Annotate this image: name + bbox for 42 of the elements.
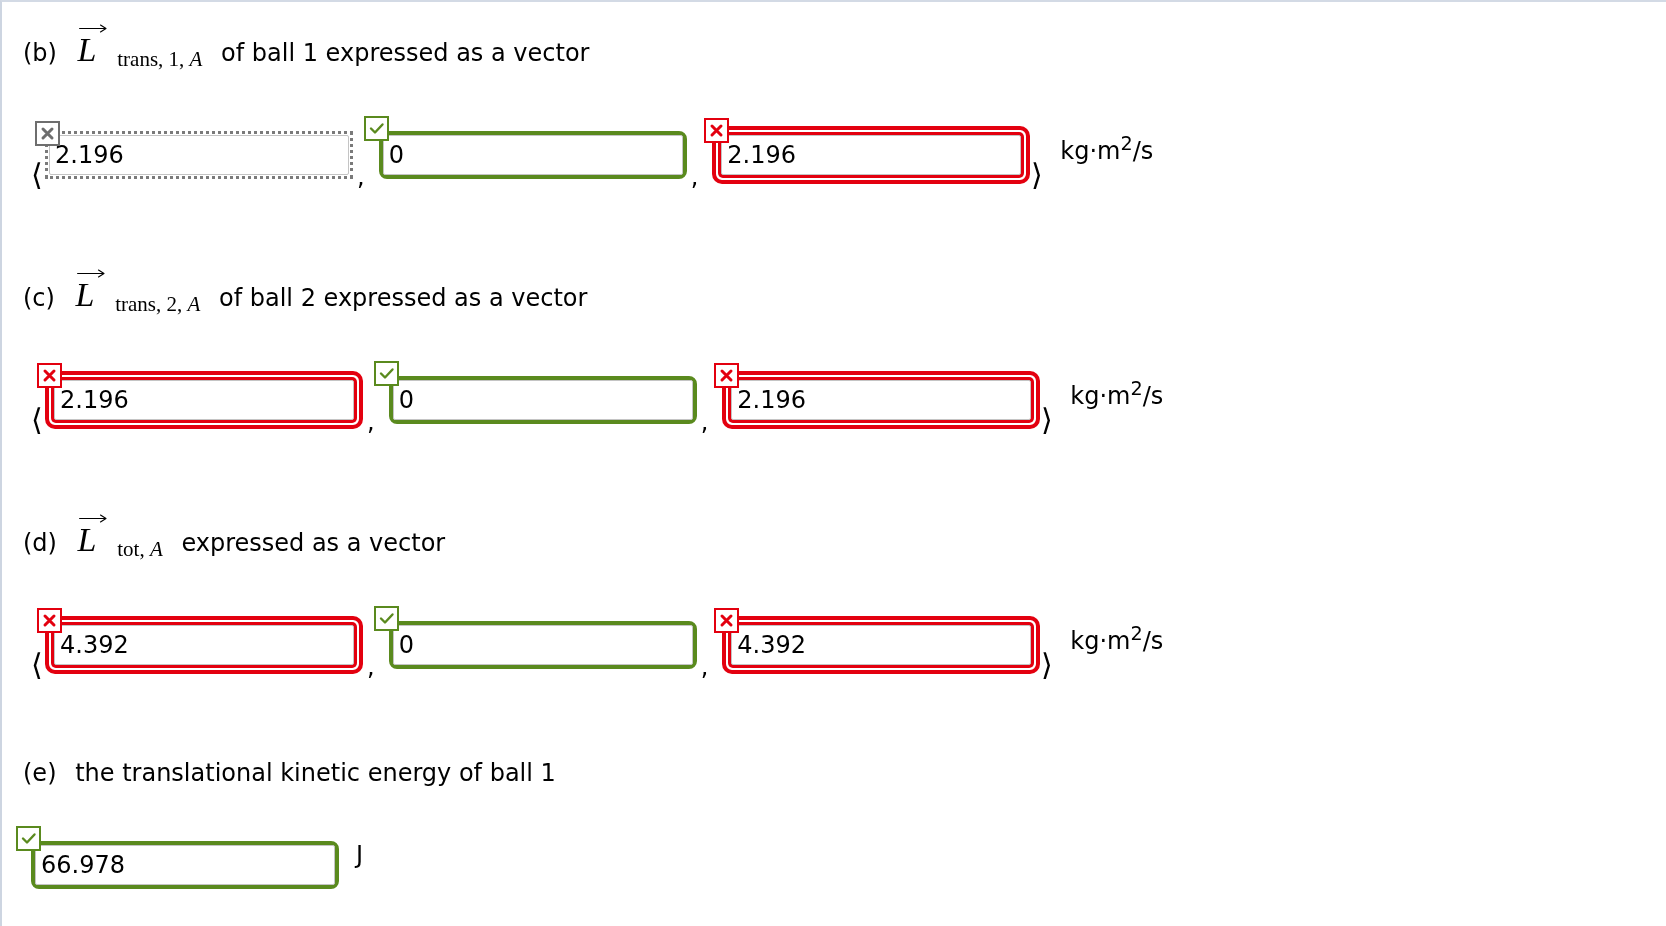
angle-bracket: ⟩ bbox=[1041, 648, 1054, 680]
angle-bracket: ⟩ bbox=[1041, 403, 1054, 435]
comma-separator: , bbox=[357, 163, 365, 190]
question-text: of ball 1 expressed as a vector bbox=[221, 39, 590, 67]
answer-field[interactable]: 0 bbox=[388, 376, 697, 424]
unit-label: kg·m$^{2}$/s bbox=[1060, 136, 1154, 166]
answer-field[interactable]: 2.196 bbox=[712, 126, 1031, 184]
part-label: (d) bbox=[23, 529, 57, 557]
answer-field[interactable]: 0 bbox=[388, 621, 697, 669]
right-arrow-icon bbox=[78, 24, 107, 33]
part-label: (e) bbox=[23, 759, 57, 787]
question-text: of ball 2 expressed as a vector bbox=[219, 284, 588, 312]
part-label: (c) bbox=[23, 284, 55, 312]
comma-separator: , bbox=[367, 408, 375, 435]
question-text: expressed as a vector bbox=[181, 529, 446, 557]
math-symbol: L bbox=[77, 523, 98, 557]
angle-bracket: ⟨ bbox=[31, 403, 43, 435]
comma-separator: , bbox=[700, 653, 709, 680]
angle-bracket: ⟨ bbox=[31, 158, 43, 190]
math-symbol: L bbox=[77, 33, 98, 67]
answer-field[interactable]: 66.978 bbox=[31, 841, 339, 889]
part-label: (b) bbox=[23, 39, 57, 67]
answer-field[interactable]: 2.196 bbox=[45, 371, 363, 429]
math-symbol: L bbox=[75, 278, 96, 312]
symbol-subscript: trans, 2, A bbox=[115, 292, 201, 316]
unit-label: J bbox=[356, 841, 364, 870]
comma-separator: , bbox=[367, 653, 375, 680]
angle-bracket: ⟨ bbox=[31, 648, 43, 680]
symbol-subscript: tot, A bbox=[117, 537, 163, 561]
comma-separator: , bbox=[700, 408, 709, 435]
unit-label: kg·m$^{2}$/s bbox=[1070, 626, 1164, 656]
angle-bracket: ⟩ bbox=[1031, 158, 1044, 190]
answer-field[interactable]: 0 bbox=[378, 131, 687, 179]
symbol-subscript: trans, 1, A bbox=[117, 47, 203, 71]
question-text: the translational kinetic energy of ball 1 bbox=[75, 759, 556, 787]
answer-field[interactable]: 2.196 bbox=[722, 371, 1041, 429]
answer-field[interactable]: 4.392 bbox=[45, 616, 363, 674]
right-arrow-icon bbox=[76, 269, 105, 278]
unit-label: kg·m$^{2}$/s bbox=[1070, 381, 1164, 411]
answer-field[interactable]: 4.392 bbox=[722, 616, 1041, 674]
comma-separator: , bbox=[690, 163, 699, 190]
right-arrow-icon bbox=[78, 514, 107, 523]
